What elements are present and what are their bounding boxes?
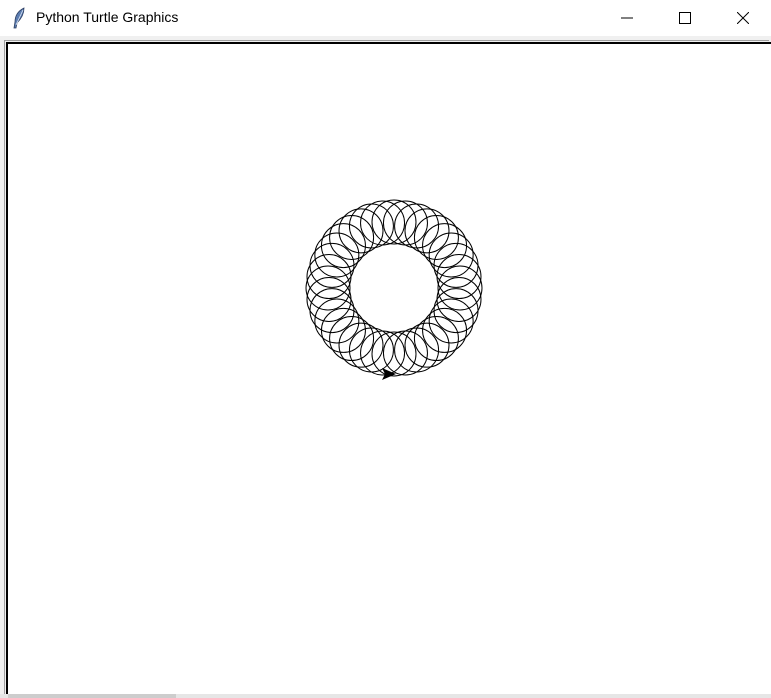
window-title: Python Turtle Graphics bbox=[36, 9, 179, 25]
spiro-circle bbox=[314, 298, 360, 344]
turtle-window: Python Turtle Graphics bbox=[0, 0, 771, 698]
spiro-circle bbox=[394, 203, 440, 249]
title-bar[interactable]: Python Turtle Graphics bbox=[0, 0, 771, 36]
spiro-circle bbox=[428, 232, 474, 278]
spiro-circle bbox=[382, 200, 428, 246]
turtle-canvas[interactable] bbox=[6, 42, 771, 694]
spiro-circle bbox=[348, 327, 394, 373]
spiro-circle bbox=[305, 265, 351, 311]
close-button[interactable] bbox=[714, 0, 771, 36]
spiro-circle bbox=[422, 223, 468, 269]
minimize-button[interactable] bbox=[598, 0, 656, 36]
spiro-circle bbox=[306, 254, 352, 300]
maximize-icon bbox=[679, 12, 691, 24]
spiro-circle bbox=[314, 232, 360, 278]
spirograph-drawing bbox=[305, 199, 483, 380]
spiro-circle bbox=[371, 199, 417, 245]
spiro-circle bbox=[320, 223, 366, 269]
spiro-circle bbox=[413, 316, 459, 362]
spiro-circle bbox=[338, 322, 384, 368]
spiro-circle bbox=[338, 208, 384, 254]
spiro-circle bbox=[371, 331, 417, 377]
spiro-circle bbox=[437, 265, 483, 311]
spirograph-circles bbox=[305, 199, 483, 377]
minimize-icon bbox=[621, 12, 633, 24]
spiro-circle bbox=[404, 208, 450, 254]
feather-icon bbox=[12, 7, 26, 29]
spiro-circle bbox=[436, 254, 482, 300]
spiro-circle bbox=[329, 316, 375, 362]
spiro-circle bbox=[433, 242, 479, 288]
spiro-circle bbox=[320, 307, 366, 353]
maximize-button[interactable] bbox=[656, 0, 714, 36]
spiro-circle bbox=[413, 214, 459, 260]
spiro-circle bbox=[309, 242, 355, 288]
spiro-circle bbox=[329, 214, 375, 260]
spiro-circle bbox=[422, 307, 468, 353]
spiro-circle bbox=[428, 298, 474, 344]
close-icon bbox=[737, 12, 749, 24]
spiro-circle bbox=[404, 322, 450, 368]
scrollbar-thumb[interactable] bbox=[8, 694, 176, 698]
